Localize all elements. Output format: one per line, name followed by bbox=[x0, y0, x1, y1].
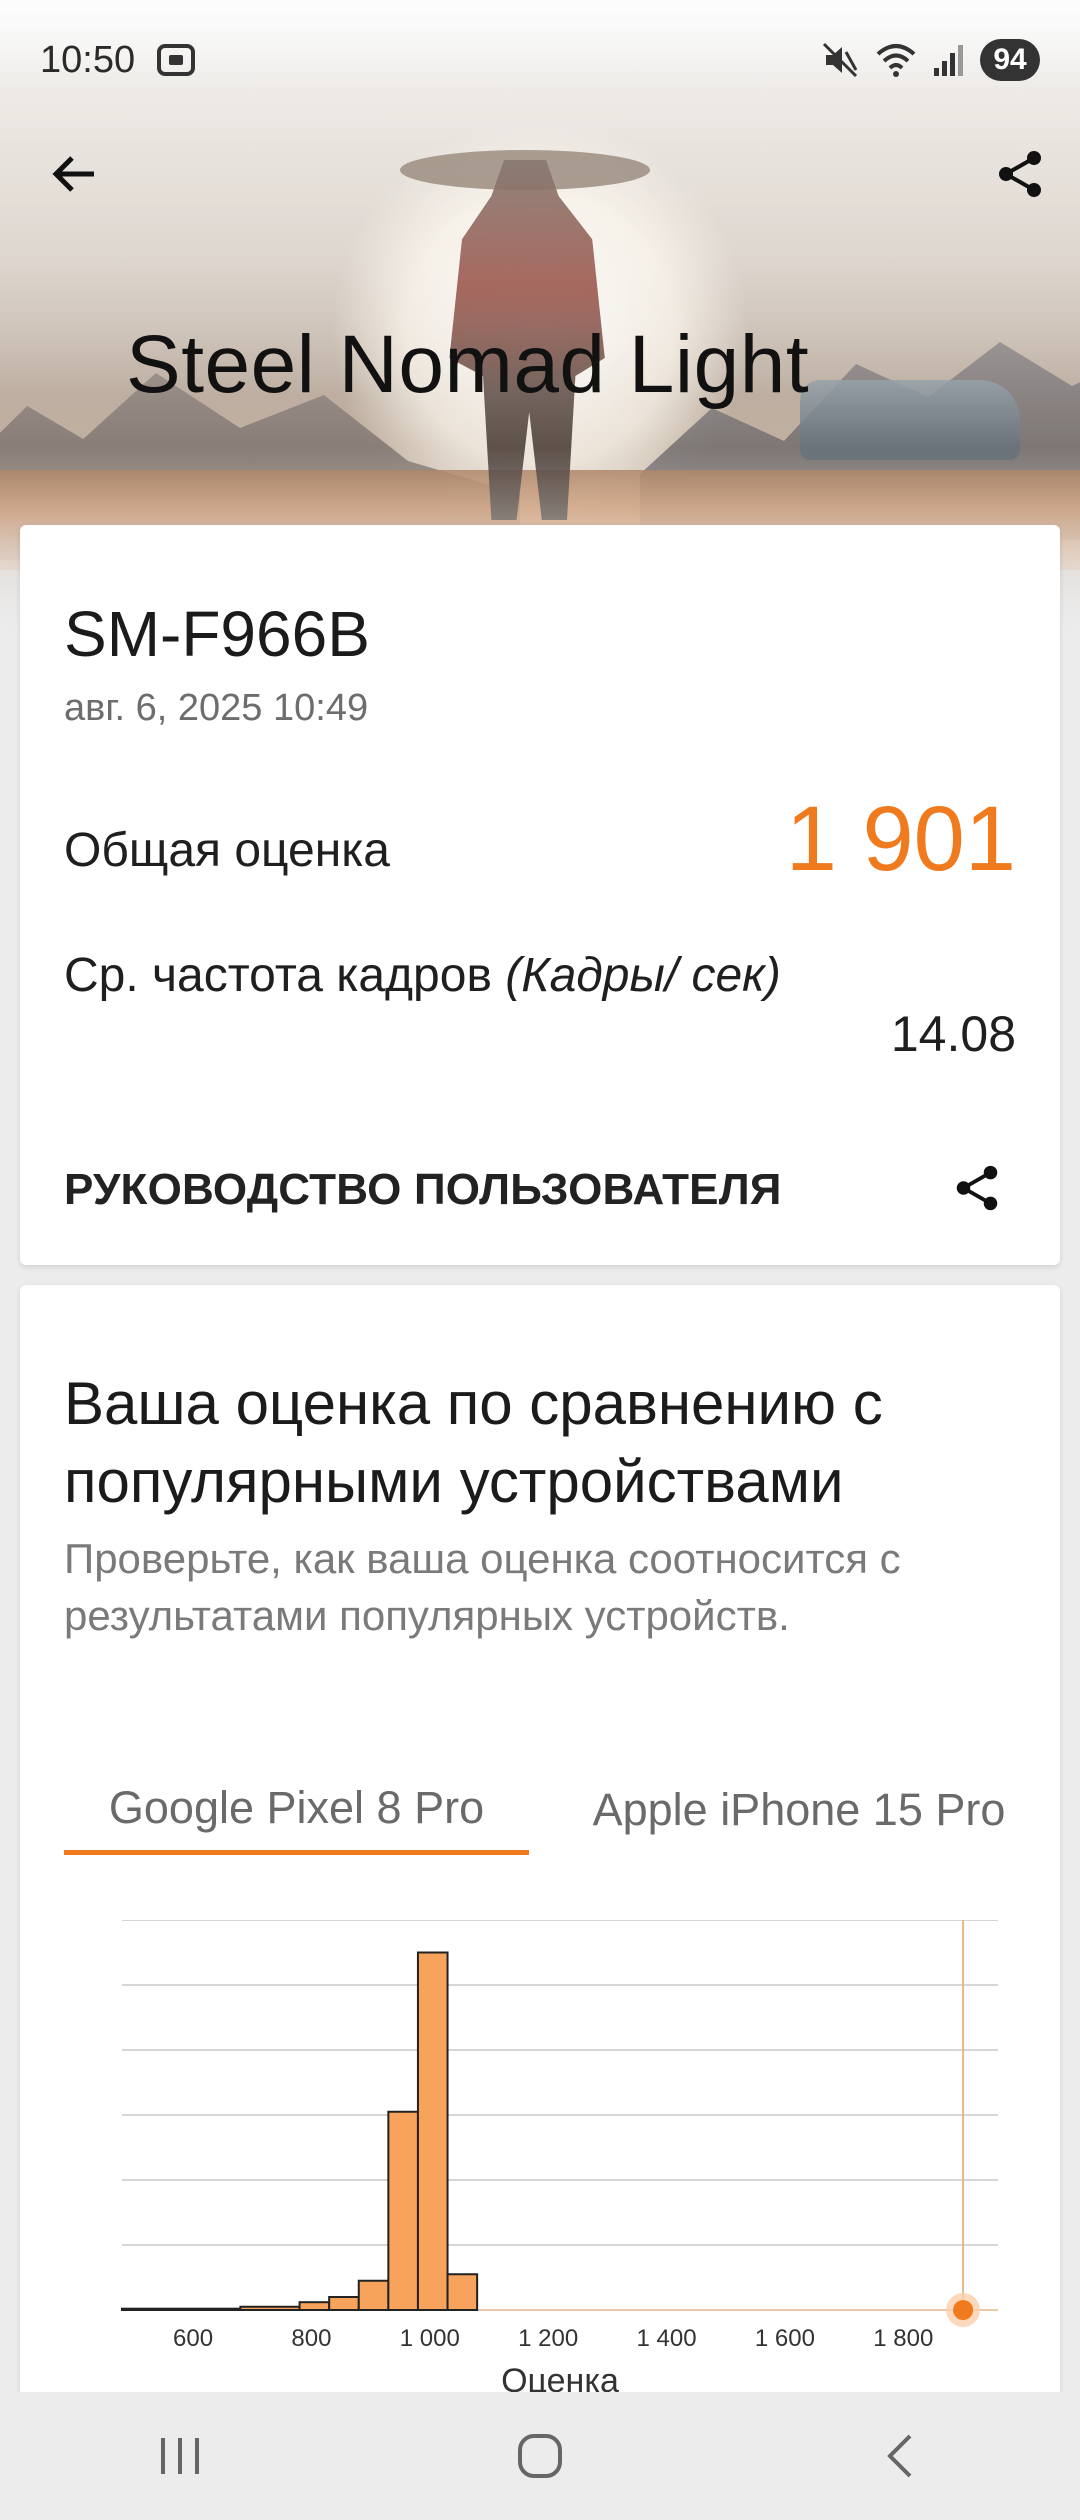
share-icon bbox=[999, 151, 1041, 197]
page-title: Steel Nomad Light bbox=[126, 319, 810, 410]
overall-score-value: 1 901 bbox=[785, 788, 1016, 890]
chart-bar bbox=[416, 1951, 449, 2311]
status-time: 10:50 bbox=[40, 38, 136, 81]
chart-bar bbox=[387, 2110, 419, 2311]
recent-apps-button[interactable] bbox=[120, 2406, 240, 2506]
comparison-card: Ваша оценка по сравнению с популярными у… bbox=[20, 1285, 1060, 2405]
chart-marker-dot bbox=[953, 2300, 974, 2320]
battery-indicator: 94 bbox=[980, 39, 1040, 81]
avg-fps-label-main: Ср. частота кадров bbox=[64, 949, 492, 1002]
arrow-back-icon bbox=[52, 156, 94, 192]
chart-x-tick-label: 1 600 bbox=[755, 2325, 815, 2352]
comparison-subtitle: Проверьте, как ваша оценка соотносится с… bbox=[64, 1535, 901, 1639]
tab-google-pixel-8-pro[interactable]: Google Pixel 8 Pro bbox=[64, 1765, 529, 1855]
chart-bar bbox=[446, 2273, 479, 2311]
device-tabs: Google Pixel 8 Pro Apple iPhone 15 Pro bbox=[64, 1765, 1044, 1855]
chart-x-tick-label: 1 400 bbox=[637, 2325, 697, 2352]
home-button[interactable] bbox=[480, 2406, 600, 2506]
status-icons: 94 bbox=[820, 39, 1040, 81]
score-distribution-chart: 600 800 1 000 1 200 1 400 1 600 1 800 Оценка bbox=[80, 1919, 1040, 2405]
chart-x-tick-label: 1 000 bbox=[400, 2325, 460, 2352]
chart-x-tick-label: 1 800 bbox=[873, 2325, 933, 2352]
avg-fps-label: Ср. частота кадров (Кадры/ сек) bbox=[64, 945, 784, 1007]
chart-bar bbox=[298, 2301, 331, 2312]
app-bar bbox=[0, 130, 1080, 220]
chevron-left-icon bbox=[887, 2434, 912, 2478]
user-guide-link[interactable]: РУКОВОДСТВО ПОЛЬЗОВАТЕЛЯ bbox=[64, 1165, 782, 1215]
recent-apps-icon bbox=[161, 2438, 199, 2474]
system-back-button[interactable] bbox=[840, 2406, 960, 2506]
avg-fps-label-unit: (Кадры/ сек) bbox=[505, 949, 781, 1002]
test-date: авг. 6, 2025 10:49 bbox=[64, 687, 369, 729]
chart-bar bbox=[328, 2296, 360, 2311]
device-name: SM-F966B bbox=[64, 598, 370, 670]
screenshot-icon bbox=[157, 44, 196, 76]
back-button[interactable] bbox=[34, 134, 114, 214]
signal-icon bbox=[934, 45, 963, 76]
overall-score-label: Общая оценка bbox=[64, 824, 390, 877]
mute-icon bbox=[822, 42, 858, 78]
share-icon bbox=[956, 1165, 998, 1211]
chart-x-tick-label: 600 bbox=[173, 2325, 213, 2352]
share-button[interactable] bbox=[980, 134, 1060, 214]
chart-x-tick-label: 1 200 bbox=[518, 2325, 578, 2352]
tab-apple-iphone-15-pro[interactable]: Apple iPhone 15 Pro bbox=[554, 1765, 1044, 1855]
wifi-icon bbox=[876, 44, 916, 77]
avg-fps-value: 14.08 bbox=[890, 1006, 1016, 1062]
guide-share-button[interactable] bbox=[942, 1153, 1012, 1223]
chart-bar bbox=[121, 2307, 242, 2312]
home-icon bbox=[518, 2434, 562, 2478]
chart-bar bbox=[239, 2305, 301, 2311]
score-distribution-svg: 600 800 1 000 1 200 1 400 1 600 1 800Оценка bbox=[121, 1919, 998, 2400]
system-nav-bar bbox=[0, 2392, 1080, 2520]
status-bar: 10:50 94 bbox=[0, 0, 1080, 120]
chart-bar bbox=[357, 2279, 390, 2311]
result-card: SM-F966B авг. 6, 2025 10:49 Общая оценка… bbox=[20, 525, 1060, 1265]
chart-x-tick-label: 800 bbox=[291, 2325, 331, 2352]
comparison-title: Ваша оценка по сравнению с популярными у… bbox=[64, 1370, 883, 1515]
